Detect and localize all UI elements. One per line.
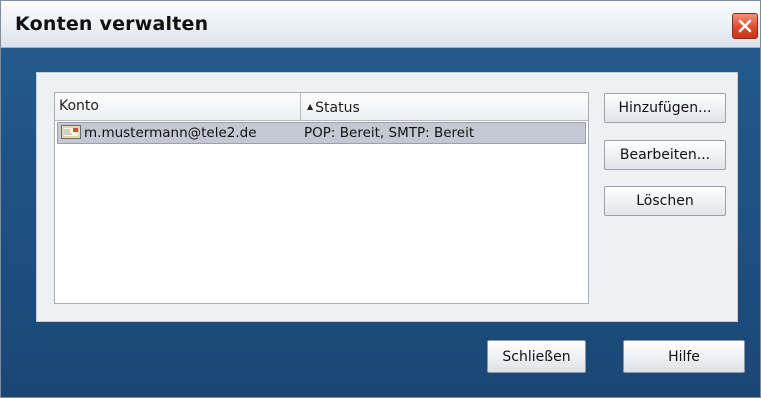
column-header-status[interactable]: ▲ Status xyxy=(301,93,588,120)
account-status: POP: Bereit, SMTP: Bereit xyxy=(304,125,475,141)
close-button[interactable]: Schließen xyxy=(487,340,586,373)
sort-ascending-icon: ▲ xyxy=(307,102,314,111)
mail-account-icon xyxy=(61,125,81,139)
list-item[interactable]: m.mustermann@tele2.de POP: Bereit, SMTP:… xyxy=(57,122,586,144)
close-window-button[interactable] xyxy=(732,13,758,39)
dialog-title: Konten verwalten xyxy=(15,13,209,35)
edit-account-button[interactable]: Bearbeiten... xyxy=(604,140,726,170)
account-email: m.mustermann@tele2.de xyxy=(84,125,257,141)
title-bar: Konten verwalten xyxy=(1,1,760,48)
close-icon xyxy=(738,19,752,33)
column-header-label: Status xyxy=(315,100,360,116)
add-account-button[interactable]: Hinzufügen... xyxy=(604,93,726,123)
account-cell: m.mustermann@tele2.de xyxy=(61,123,257,143)
accounts-panel: Konto ▲ Status m.mustermann@tele2.de POP… xyxy=(36,72,738,322)
dialog-body: Konto ▲ Status m.mustermann@tele2.de POP… xyxy=(1,48,760,397)
column-header-label: Konto xyxy=(59,98,99,114)
help-button[interactable]: Hilfe xyxy=(623,340,745,373)
list-header: Konto ▲ Status xyxy=(55,93,588,121)
column-header-konto[interactable]: Konto xyxy=(55,93,301,120)
delete-account-button[interactable]: Löschen xyxy=(604,186,726,216)
accounts-list[interactable]: Konto ▲ Status m.mustermann@tele2.de POP… xyxy=(54,92,589,304)
accounts-dialog: Konten verwalten Konto ▲ Status m.muster… xyxy=(0,0,761,398)
